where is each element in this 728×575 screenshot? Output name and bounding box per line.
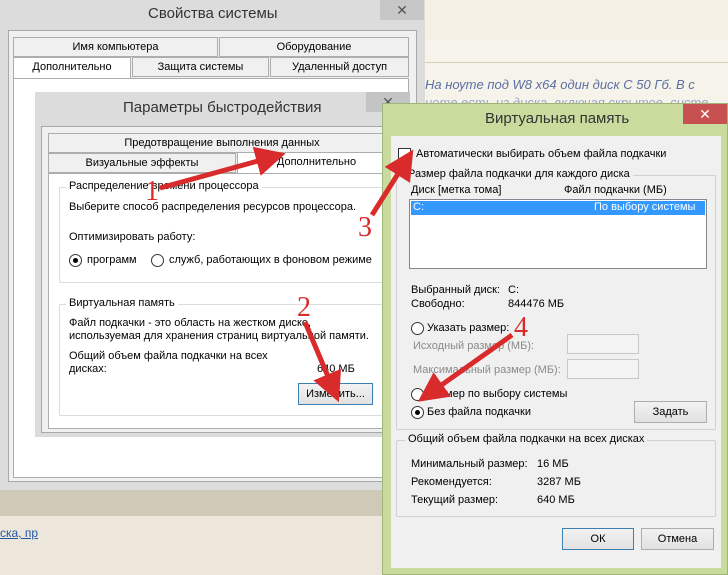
annotation-number-3: 3 bbox=[358, 212, 372, 243]
arrow-1 bbox=[159, 146, 286, 191]
arrow-2 bbox=[302, 321, 342, 403]
annotation-arrows bbox=[159, 146, 514, 403]
annotation-number-2: 2 bbox=[297, 292, 311, 323]
arrow-4 bbox=[417, 332, 514, 402]
arrow-3 bbox=[369, 149, 414, 217]
annotation-number-1: 1 bbox=[145, 176, 159, 207]
annotation-number-4: 4 bbox=[514, 312, 528, 343]
